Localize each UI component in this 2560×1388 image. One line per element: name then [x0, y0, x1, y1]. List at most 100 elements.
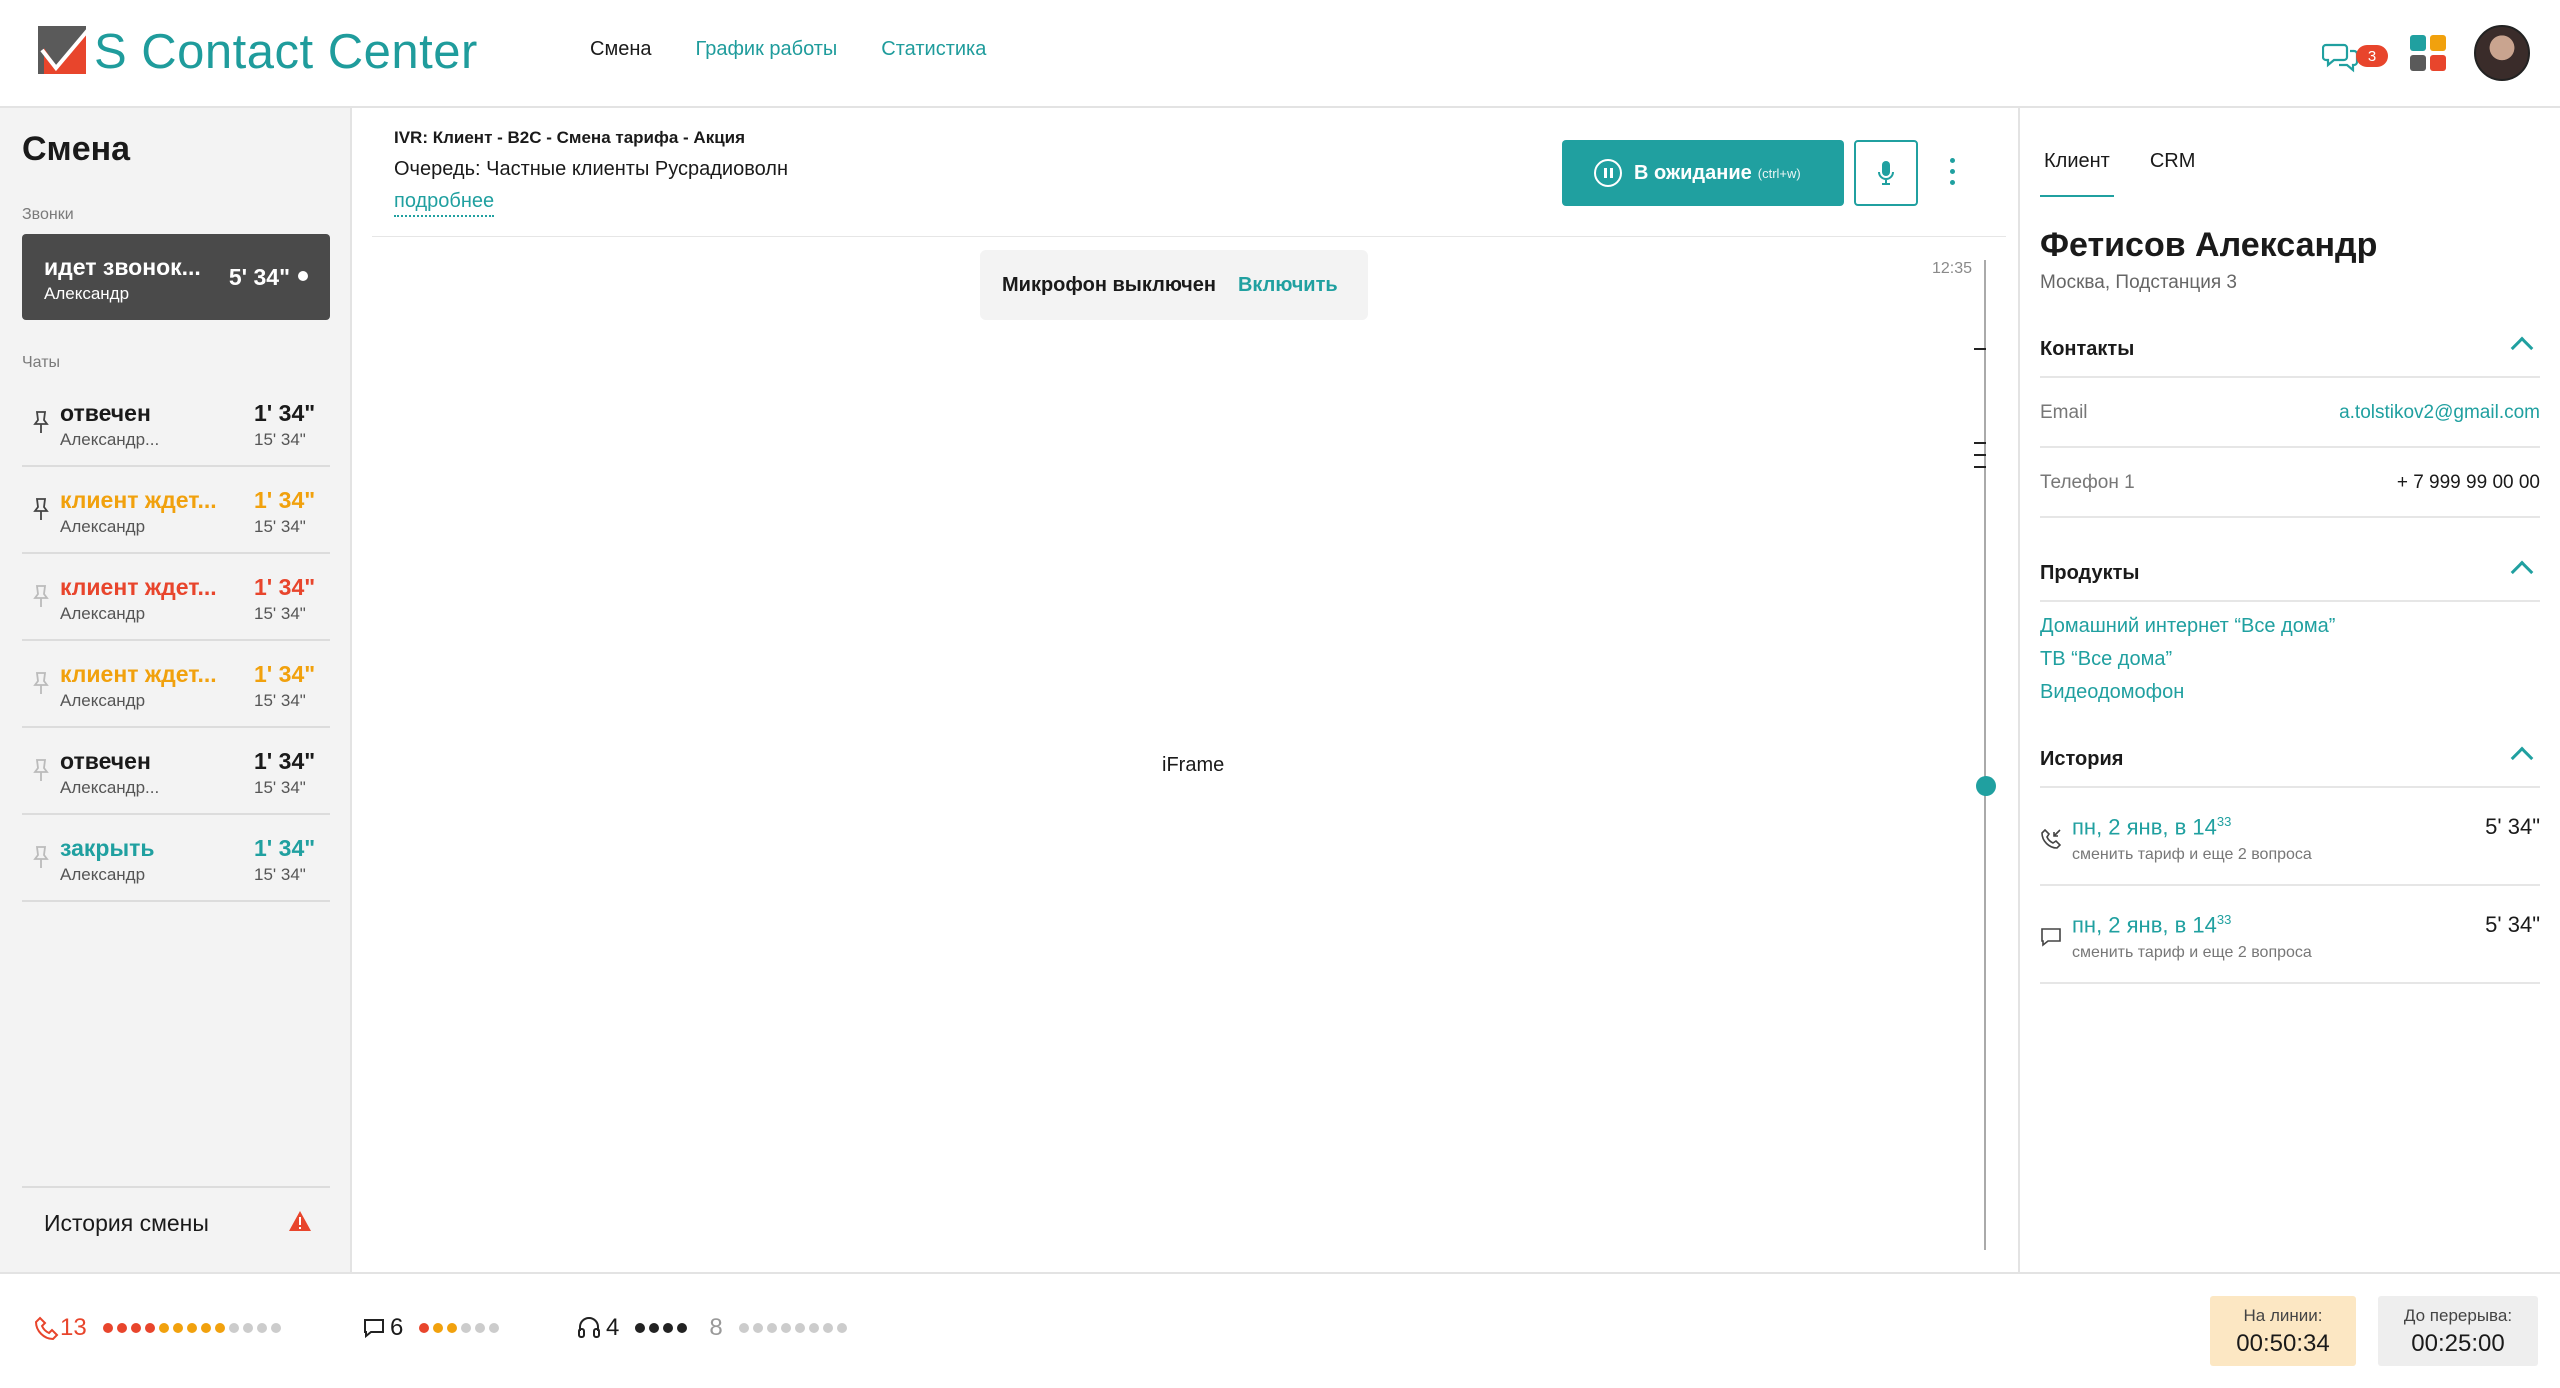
break-label: До перерыва:	[2403, 1306, 2513, 1325]
chat-wait-time: 1' 34"	[254, 400, 316, 426]
nav-statistics[interactable]: Статистика	[881, 38, 986, 61]
chat-wait-time: 1' 34"	[254, 748, 316, 774]
user-avatar[interactable]	[2474, 25, 2530, 81]
contact-key: Телефон 1	[2040, 472, 2135, 493]
timeline-tick	[1974, 454, 1986, 456]
chat-icon	[364, 1319, 384, 1339]
pin-icon[interactable]	[32, 845, 50, 869]
history-date: пн, 2 янв, в 1433	[2072, 912, 2232, 938]
chat-name: Александр...	[60, 778, 160, 797]
product-link[interactable]: Видеодомофон	[2040, 676, 2540, 709]
history-header[interactable]: История	[2040, 732, 2540, 788]
queue-count: 8	[709, 1314, 723, 1341]
products-header[interactable]: Продукты	[2040, 546, 2540, 602]
chat-icon	[2041, 928, 2061, 947]
logo-text: S Contact Center	[94, 25, 478, 79]
chat-status: закрыть	[60, 835, 155, 861]
chat-status: клиент ждет...	[60, 574, 217, 600]
products-title: Продукты	[2040, 562, 2140, 584]
contacts-header[interactable]: Контакты	[2040, 322, 2540, 378]
logo-mark-icon	[38, 26, 90, 74]
pin-icon[interactable]	[32, 671, 50, 695]
timeline-marker[interactable]	[1976, 776, 1996, 796]
client-name: Фетисов Александр	[2040, 226, 2378, 264]
pin-icon[interactable]	[32, 758, 50, 782]
contact-email[interactable]: a.tolstikov2@gmail.com	[2339, 402, 2540, 424]
contact-phone: + 7 999 99 00 00	[2396, 472, 2540, 493]
chat-name: Александр	[60, 517, 146, 536]
ivr-path: IVR: Клиент - B2C - Смена тарифа - Акция	[394, 128, 746, 147]
queue-dots	[738, 1323, 847, 1333]
logo[interactable]: S Contact Center	[38, 24, 478, 80]
product-link[interactable]: ТВ “Все дома”	[2040, 643, 2540, 676]
chat-wait-time: 1' 34"	[254, 574, 316, 600]
chat-total-time: 15' 34"	[254, 865, 306, 884]
break-timer: До перерыва: 00:25:00	[2378, 1296, 2538, 1366]
chat-notifications-button[interactable]: 3	[2322, 33, 2388, 73]
iframe-placeholder: iFrame	[1162, 754, 1225, 776]
online-time: 00:50:34	[2236, 1330, 2330, 1357]
chat-name: Александр	[60, 691, 146, 710]
history-item[interactable]: пн, 2 янв, в 1433 сменить тариф и еще 2 …	[2040, 886, 2540, 984]
chat-name: Александр	[60, 604, 146, 623]
phone-incoming-icon	[2041, 828, 2062, 849]
shift-history-label: История смены	[44, 1210, 209, 1236]
product-link[interactable]: Домашний интернет “Все дома”	[2040, 610, 2540, 643]
chat-total-time: 15' 34"	[254, 430, 306, 449]
active-call-card[interactable]: идет звонок... Александр 5' 34"	[22, 234, 330, 320]
chevron-up-icon[interactable]	[2510, 560, 2534, 584]
history-title: История	[2040, 748, 2124, 770]
pin-icon[interactable]	[32, 497, 50, 521]
agents-stat[interactable]: 4 8	[576, 1314, 847, 1342]
contact-key: Email	[2040, 402, 2088, 423]
chevron-up-icon[interactable]	[2510, 336, 2534, 360]
header-icons: 3	[2322, 25, 2530, 81]
enable-mic-button[interactable]: Включить	[1238, 274, 1338, 297]
chats-stat[interactable]: 6	[362, 1314, 500, 1342]
history-subject: сменить тариф и еще 2 вопроса	[2072, 944, 2312, 961]
chat-item[interactable]: отвечен Александр... 1' 34" 15' 34"	[22, 380, 330, 467]
interaction-area: IVR: Клиент - B2C - Смена тарифа - Акция…	[354, 108, 2018, 1272]
chat-badge: 3	[2356, 45, 2388, 67]
more-details-link[interactable]: подробнее	[394, 190, 495, 217]
history-item[interactable]: пн, 2 янв, в 1433 сменить тариф и еще 2 …	[2040, 788, 2540, 886]
microphone-button[interactable]	[1854, 140, 1918, 206]
shift-history-button[interactable]: История смены	[22, 1186, 330, 1252]
chat-item[interactable]: клиент ждет... Александр 1' 34" 15' 34"	[22, 554, 330, 641]
agents-count: 4	[606, 1314, 620, 1341]
chevron-up-icon[interactable]	[2510, 746, 2534, 770]
chats-count: 6	[390, 1314, 404, 1341]
headset-icon	[578, 1317, 600, 1338]
mic-off-notice: Микрофон выключен Включить	[980, 250, 1368, 320]
apps-grid-icon[interactable]	[2410, 35, 2446, 71]
queue-info: Очередь: Частные клиенты Русрадиоволн	[394, 158, 789, 180]
sidebar-title: Смена	[22, 130, 131, 168]
chat-item[interactable]: отвечен Александр... 1' 34" 15' 34"	[22, 728, 330, 815]
client-address: Москва, Подстанция 3	[2040, 272, 2237, 293]
products-section: Продукты Домашний интернет “Все дома” ТВ…	[2040, 546, 2540, 709]
history-section: История пн, 2 янв, в 1433 сменить тариф …	[2040, 732, 2540, 984]
chat-item[interactable]: закрыть Александр 1' 34" 15' 34"	[22, 815, 330, 902]
hold-button[interactable]: В ожидание (ctrl+w)	[1562, 140, 1844, 206]
agents-dots	[635, 1323, 688, 1333]
calls-stat[interactable]: 13	[34, 1314, 281, 1342]
nav-schedule[interactable]: График работы	[695, 38, 837, 61]
nav-shift[interactable]: Смена	[590, 38, 651, 61]
online-label: На линии:	[2243, 1306, 2323, 1325]
chat-item[interactable]: клиент ждет... Александр 1' 34" 15' 34"	[22, 467, 330, 554]
active-call-status: идет звонок...	[44, 254, 201, 280]
chat-wait-time: 1' 34"	[254, 487, 316, 513]
hold-button-label: В ожидание	[1634, 161, 1752, 184]
more-menu-icon[interactable]	[1950, 158, 1956, 188]
tab-client[interactable]: Клиент	[2040, 150, 2114, 197]
divider	[372, 236, 2006, 237]
tab-crm[interactable]: CRM	[2146, 150, 2200, 197]
timeline-tick	[1974, 348, 1986, 350]
chat-item[interactable]: клиент ждет... Александр 1' 34" 15' 34"	[22, 641, 330, 728]
mic-off-label: Микрофон выключен	[1002, 273, 1216, 296]
chat-status: клиент ждет...	[60, 661, 217, 687]
pin-icon[interactable]	[32, 410, 50, 434]
pin-icon[interactable]	[32, 584, 50, 608]
chat-total-time: 15' 34"	[254, 517, 306, 536]
contacts-section: Контакты Email a.tolstikov2@gmail.com Те…	[2040, 322, 2540, 518]
